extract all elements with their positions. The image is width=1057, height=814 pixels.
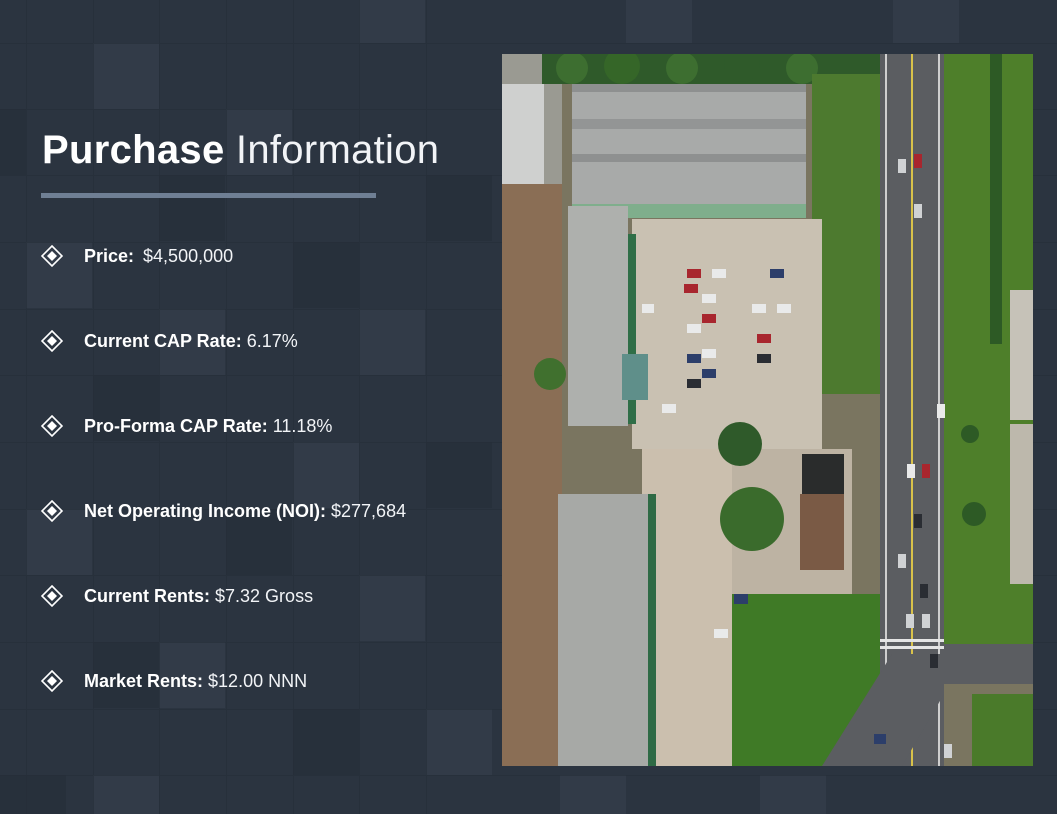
diamond-bullet-icon: [41, 500, 63, 522]
current-rents-label: Current Rents:: [84, 585, 211, 606]
diamond-bullet-icon: [41, 415, 63, 437]
title-bold-part: Purchase: [42, 128, 225, 172]
page-title: Purchase Information: [42, 124, 439, 176]
current-rents-value: $7.32 Gross: [215, 585, 314, 606]
purchase-info-list: Price: $4,500,000 Current CAP Rate: 6.17…: [41, 236, 406, 746]
aerial-photo-illustration: [502, 54, 1033, 766]
list-item-pro-forma-cap-rate: Pro-Forma CAP Rate: 11.18%: [41, 406, 406, 446]
diamond-bullet-icon: [41, 330, 63, 352]
list-item-market-rents: Market Rents: $12.00 NNN: [41, 661, 406, 701]
title-underline-divider: [41, 193, 376, 198]
noi-label: Net Operating Income (NOI):: [84, 500, 327, 521]
list-item-noi: Net Operating Income (NOI): $277,684: [41, 491, 406, 531]
current-cap-rate-value: 6.17%: [246, 330, 298, 351]
list-item-price: Price: $4,500,000: [41, 236, 406, 276]
diamond-bullet-icon: [41, 670, 63, 692]
noi-value: $277,684: [331, 500, 407, 521]
list-item-current-rents: Current Rents: $7.32 Gross: [41, 576, 406, 616]
list-item-current-cap-rate: Current CAP Rate: 6.17%: [41, 321, 406, 361]
pro-forma-cap-rate-label: Pro-Forma CAP Rate:: [84, 415, 268, 436]
current-cap-rate-label: Current CAP Rate:: [84, 330, 242, 351]
price-label: Price:: [84, 245, 135, 266]
market-rents-value: $12.00 NNN: [208, 670, 308, 691]
pro-forma-cap-rate-value: 11.18%: [272, 415, 333, 436]
aerial-property-photo: [502, 54, 1033, 766]
market-rents-label: Market Rents:: [84, 670, 204, 691]
diamond-bullet-icon: [41, 585, 63, 607]
title-light-part: Information: [235, 128, 440, 172]
price-value: $4,500,000: [143, 245, 234, 266]
diamond-bullet-icon: [41, 245, 63, 267]
